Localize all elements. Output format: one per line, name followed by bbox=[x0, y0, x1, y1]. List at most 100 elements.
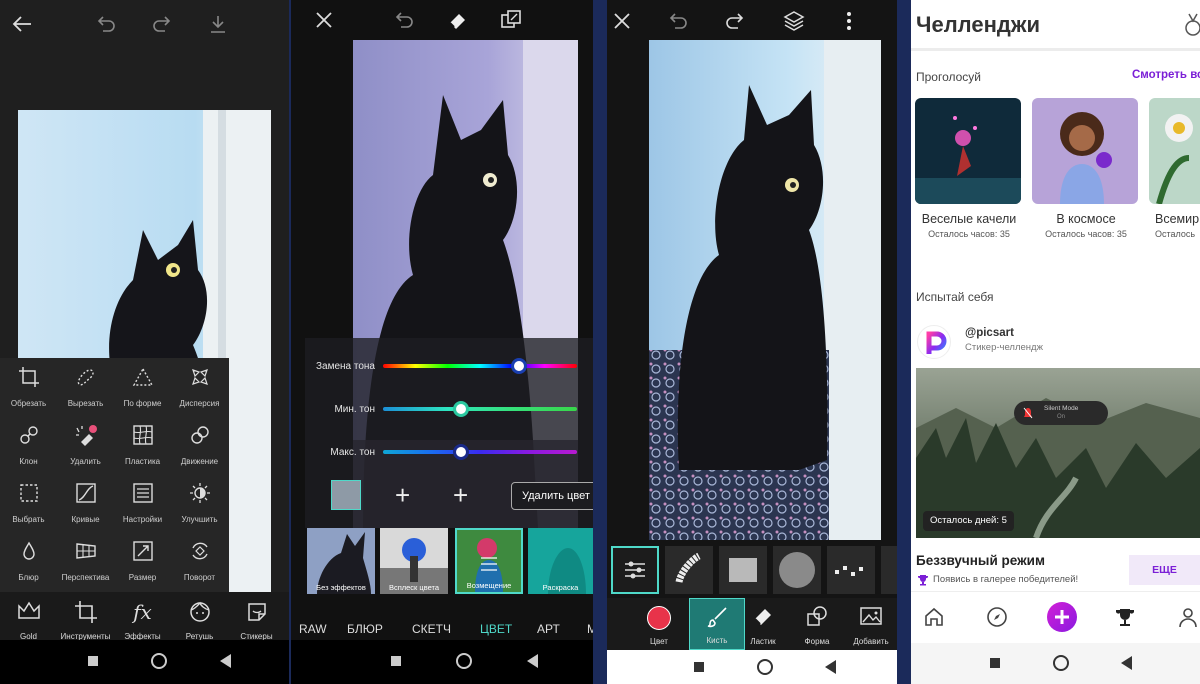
adjust-icon bbox=[114, 482, 171, 504]
eraser-icon[interactable] bbox=[446, 8, 470, 32]
hue-replace-knob[interactable] bbox=[510, 358, 527, 374]
challenge-image bbox=[915, 98, 1021, 204]
tool-rotate[interactable]: Поворот bbox=[171, 532, 228, 588]
effect-thumb-replace[interactable]: Возмещение bbox=[455, 528, 523, 594]
category-blur[interactable]: БЛЮР bbox=[347, 622, 383, 636]
close-icon[interactable] bbox=[611, 10, 633, 32]
challenge-image bbox=[1149, 98, 1200, 204]
create-plus-icon[interactable] bbox=[1047, 602, 1077, 632]
max-hue-knob[interactable] bbox=[452, 444, 469, 460]
crop-icon bbox=[57, 600, 114, 624]
more-vertical-icon[interactable] bbox=[839, 9, 859, 33]
compass-icon[interactable] bbox=[986, 606, 1008, 628]
download-icon[interactable] bbox=[206, 12, 230, 36]
challenge-title: Беззвучный режим bbox=[916, 553, 1045, 568]
tools-panel: Обрезать Вырезать По форме Дисперсия Кло… bbox=[0, 358, 229, 592]
add-color-button[interactable]: + bbox=[395, 480, 410, 510]
draw-toolbar: Цвет Кисть Ластик Форма Добавить bbox=[607, 598, 897, 650]
compare-icon[interactable] bbox=[499, 8, 523, 32]
min-hue-knob[interactable] bbox=[452, 401, 469, 417]
tool-crop[interactable]: Обрезать bbox=[0, 358, 57, 414]
layers-icon[interactable] bbox=[782, 9, 806, 33]
trophy-nav-icon[interactable] bbox=[1114, 606, 1136, 628]
clone-icon bbox=[0, 424, 57, 446]
profile-icon[interactable] bbox=[1177, 606, 1199, 628]
home-button[interactable] bbox=[1053, 655, 1069, 671]
recents-button[interactable] bbox=[694, 662, 704, 672]
category-more[interactable]: M bbox=[587, 622, 593, 636]
max-hue-slider[interactable] bbox=[383, 450, 577, 454]
back-button[interactable] bbox=[527, 654, 539, 668]
tool-add-photo[interactable]: Добавить bbox=[843, 598, 897, 650]
tool-blur[interactable]: Блюр bbox=[0, 532, 57, 588]
more-button[interactable]: ЕЩЕ bbox=[1129, 555, 1200, 585]
enhance-icon bbox=[171, 482, 228, 504]
tool-motion[interactable]: Движение bbox=[171, 416, 228, 472]
undo-icon[interactable] bbox=[393, 9, 415, 31]
recents-button[interactable] bbox=[88, 656, 98, 666]
remove-color-button[interactable]: Удалить цвет bbox=[511, 482, 593, 510]
brush-preset-5[interactable] bbox=[881, 546, 897, 594]
blur-drop-icon bbox=[0, 540, 57, 562]
undo-icon[interactable] bbox=[94, 12, 118, 36]
redo-icon[interactable] bbox=[150, 12, 174, 36]
home-icon[interactable] bbox=[923, 606, 945, 628]
tool-perspective[interactable]: Перспектива bbox=[57, 532, 114, 588]
recents-button[interactable] bbox=[990, 658, 1000, 668]
tool-remove[interactable]: Удалить bbox=[57, 416, 114, 472]
challenge-card[interactable]: В космосе Осталось часов: 35 bbox=[1032, 98, 1140, 239]
redo-icon[interactable] bbox=[724, 10, 746, 32]
see-all-link[interactable]: Смотреть все bbox=[1132, 69, 1200, 81]
brush-preset-1[interactable] bbox=[665, 546, 713, 594]
category-color[interactable]: ЦВЕТ bbox=[480, 622, 512, 636]
back-button[interactable] bbox=[220, 654, 232, 668]
min-hue-slider[interactable] bbox=[383, 407, 577, 411]
add-color-button-2[interactable]: + bbox=[453, 480, 468, 510]
effect-thumb-color-splash[interactable]: Всплеск цвета bbox=[380, 528, 448, 594]
author-name[interactable]: @picsart bbox=[965, 327, 1014, 339]
home-button[interactable] bbox=[456, 653, 472, 669]
tool-enhance[interactable]: Улучшить bbox=[171, 474, 228, 530]
selected-color-swatch[interactable] bbox=[331, 480, 361, 510]
stretch-icon bbox=[114, 424, 171, 446]
medal-icon[interactable] bbox=[1181, 12, 1200, 38]
category-art[interactable]: АРТ bbox=[537, 622, 560, 636]
close-icon[interactable] bbox=[313, 9, 335, 31]
tool-stretch[interactable]: Пластика bbox=[114, 416, 171, 472]
category-raw[interactable]: RAW bbox=[299, 622, 327, 636]
dispersion-icon bbox=[171, 366, 228, 388]
home-button[interactable] bbox=[151, 653, 167, 669]
max-hue-label: Макс. тон bbox=[330, 447, 375, 458]
tool-adjust[interactable]: Настройки bbox=[114, 474, 171, 530]
category-sketch[interactable]: СКЕТЧ bbox=[412, 622, 451, 636]
tool-color[interactable]: Цвет bbox=[631, 598, 687, 650]
home-button[interactable] bbox=[757, 659, 773, 675]
hue-replace-slider[interactable] bbox=[383, 364, 577, 368]
back-arrow-icon[interactable] bbox=[10, 12, 34, 36]
effect-thumb-coloring[interactable]: Раскраска bbox=[528, 528, 593, 594]
brush-preset-4[interactable] bbox=[827, 546, 875, 594]
cat-photo-drawing[interactable] bbox=[649, 40, 881, 540]
recents-button[interactable] bbox=[391, 656, 401, 666]
system-nav bbox=[291, 640, 593, 684]
tool-select[interactable]: Выбрать bbox=[0, 474, 57, 530]
back-button[interactable] bbox=[1121, 656, 1133, 670]
tool-shape-crop[interactable]: По форме bbox=[114, 358, 171, 414]
challenge-card[interactable]: Всемирн Осталось bbox=[1149, 98, 1200, 239]
tool-resize[interactable]: Размер bbox=[114, 532, 171, 588]
brush-preset-2[interactable] bbox=[719, 546, 767, 594]
tool-eraser[interactable]: Ластик bbox=[735, 598, 791, 650]
challenge-card[interactable]: Веселые качели Осталось часов: 35 bbox=[915, 98, 1023, 239]
brush-preset-3[interactable] bbox=[773, 546, 821, 594]
undo-icon[interactable] bbox=[667, 10, 689, 32]
rotate-icon bbox=[171, 540, 228, 562]
avatar[interactable] bbox=[917, 325, 951, 359]
brush-settings-button[interactable] bbox=[611, 546, 659, 594]
tool-clone[interactable]: Клон bbox=[0, 416, 57, 472]
tool-cutout[interactable]: Вырезать bbox=[57, 358, 114, 414]
tool-dispersion[interactable]: Дисперсия bbox=[171, 358, 228, 414]
effect-thumb-none[interactable]: Без эффектов bbox=[307, 528, 375, 594]
back-button[interactable] bbox=[825, 660, 837, 674]
tool-curves[interactable]: Кривые bbox=[57, 474, 114, 530]
tool-shape[interactable]: Форма bbox=[789, 598, 845, 650]
